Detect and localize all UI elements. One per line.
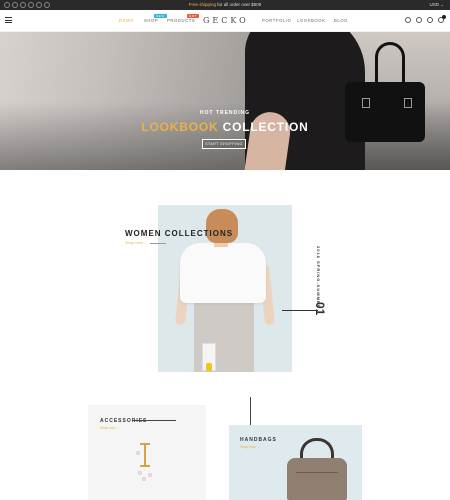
pearl	[142, 477, 146, 481]
nav-blog[interactable]: BLOG	[334, 18, 348, 23]
women-shop-now-link[interactable]: Shop now →	[125, 240, 166, 245]
collection-number: 01	[313, 302, 327, 316]
currency-select[interactable]: USD ⌄	[429, 1, 444, 9]
earring-bottom	[140, 465, 150, 467]
heart-icon[interactable]	[427, 17, 433, 23]
pearl	[138, 471, 142, 475]
nav-products-label: PRODUCTS	[167, 18, 196, 23]
promo-text: Free shipping for all order over $500	[0, 1, 450, 9]
handbag-image	[287, 458, 347, 500]
handbags-shop-now-link[interactable]: Shop now →	[240, 445, 260, 449]
cart-icon[interactable]	[438, 15, 446, 23]
nav-shop[interactable]: SHOP NEW	[144, 14, 167, 23]
cart-count-dot	[442, 15, 446, 19]
user-icon[interactable]	[416, 17, 422, 23]
site-logo[interactable]: GECKO	[203, 16, 249, 25]
menu-icon[interactable]	[5, 17, 12, 23]
nav-icons	[405, 15, 446, 23]
model-top	[180, 243, 266, 303]
hero-subtitle: HOT TRENDING	[199, 110, 251, 116]
top-bar: Free shipping for all order over $500 US…	[0, 0, 450, 10]
handbag-zipper	[296, 472, 338, 473]
season-text: 2018 SPRING-SUMMER	[316, 246, 321, 309]
pearl	[148, 473, 152, 477]
new-badge: NEW	[154, 14, 167, 18]
hero-title-rest: COLLECTION	[218, 120, 309, 134]
search-icon[interactable]	[405, 17, 411, 23]
bag-buckle-right	[404, 98, 412, 108]
handbags-title: HANDBAGS	[240, 437, 277, 443]
hero-title-accent: LOOKBOOK	[141, 120, 219, 134]
women-collections-title: WOMEN COLLECTIONS	[125, 229, 234, 238]
accessories-line	[132, 420, 176, 421]
hero-banner: HOT TRENDING LOOKBOOK COLLECTION START S…	[0, 32, 450, 170]
earring-image	[136, 443, 158, 483]
nav-demo[interactable]: DEMO	[119, 18, 134, 23]
main-nav: DEMO SHOP NEW PRODUCTS HOT GECKO PORTFOL…	[0, 10, 450, 32]
nav-shop-label: SHOP	[144, 18, 159, 23]
pearl	[136, 451, 140, 455]
accessories-title: ACCESSORIES	[100, 418, 148, 424]
season-label: 2018 SPRING-SUMMER 01	[312, 246, 332, 326]
earring-bar	[144, 443, 146, 467]
accessories-shop-now-link[interactable]: Shop now →	[100, 426, 120, 430]
clutch-accent	[206, 363, 212, 371]
start-shopping-button[interactable]: START SHOPPING	[202, 139, 246, 149]
bag-buckle-left	[362, 98, 370, 108]
promo-rest: for all order over $500	[216, 2, 262, 7]
hot-badge: HOT	[187, 14, 200, 18]
nav-portfolio[interactable]: PORTFOLIO	[262, 18, 292, 23]
nav-products[interactable]: PRODUCTS HOT	[167, 14, 200, 23]
nav-lookbook[interactable]: LOOKBOOK	[297, 18, 326, 23]
hero-title: LOOKBOOK COLLECTION	[0, 120, 450, 134]
promo-highlight: Free shipping	[188, 2, 216, 7]
